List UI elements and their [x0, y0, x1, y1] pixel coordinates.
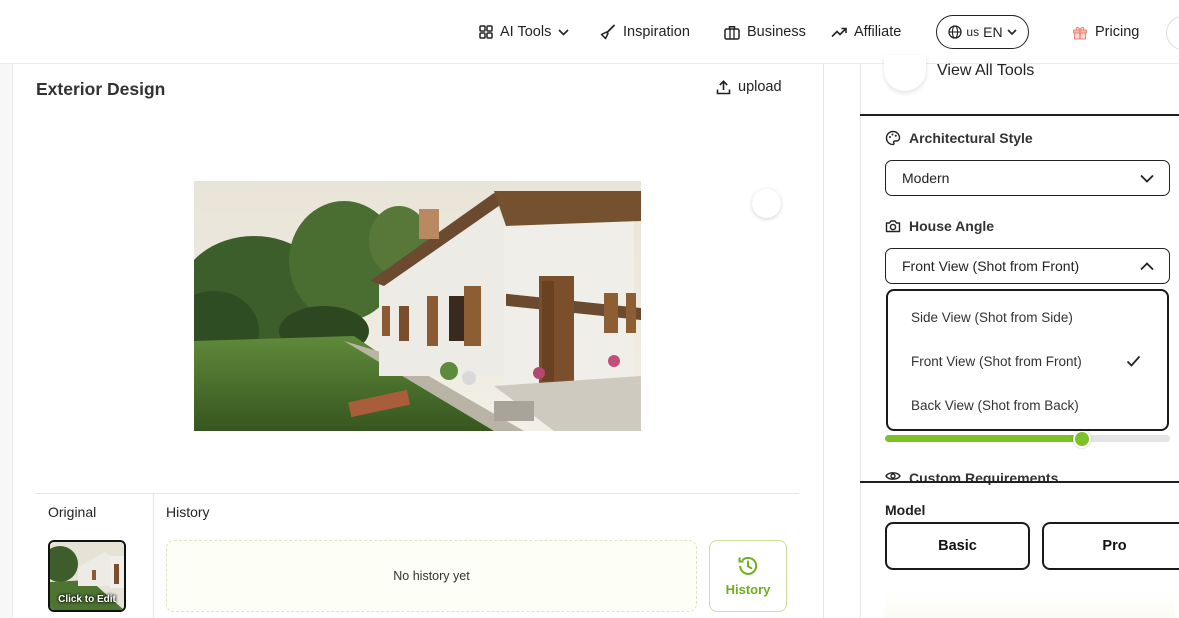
- history-section-label: History: [166, 504, 210, 520]
- option-side-view[interactable]: Side View (Shot from Side): [888, 295, 1167, 339]
- top-navigation: AI Tools Inspiration Business Affiliate …: [0, 0, 1179, 64]
- history-icon: [738, 556, 758, 575]
- house-preview-image[interactable]: [194, 181, 641, 431]
- divider: [153, 494, 154, 618]
- option-label: Front View (Shot from Front): [911, 353, 1082, 369]
- language-region: us: [966, 25, 980, 39]
- language-selector[interactable]: us EN: [936, 15, 1029, 49]
- language-code: EN: [983, 24, 1003, 40]
- custom-requirements-label: Custom Requirements: [885, 470, 1058, 485]
- brush-icon: [600, 24, 615, 40]
- house-angle-select[interactable]: Front View (Shot from Front): [885, 248, 1170, 284]
- chevron-up-icon: [1140, 261, 1154, 270]
- camera-icon: [885, 220, 901, 233]
- trending-up-icon: [831, 27, 847, 38]
- option-back-view[interactable]: Back View (Shot from Back): [888, 383, 1167, 427]
- chevron-down-icon: [1006, 28, 1017, 35]
- divider: [860, 481, 1179, 483]
- house-angle-dropdown: Side View (Shot from Side) Front View (S…: [886, 289, 1169, 431]
- option-label: Back View (Shot from Back): [911, 397, 1079, 413]
- original-thumbnail[interactable]: Click to Edit: [48, 540, 126, 612]
- model-basic-label: Basic: [938, 538, 977, 554]
- original-label: Original: [48, 504, 97, 520]
- model-pro-button[interactable]: Pro: [1042, 522, 1179, 570]
- model-pro-label: Pro: [1102, 538, 1127, 554]
- nav-pricing[interactable]: Pricing: [1072, 0, 1139, 64]
- upload-icon: [716, 79, 731, 94]
- history-button[interactable]: History: [709, 540, 787, 612]
- palette-icon: [885, 130, 901, 146]
- model-label: Model: [885, 502, 926, 518]
- checkmark-icon: [1126, 355, 1141, 367]
- nav-ai-tools-label: AI Tools: [500, 24, 552, 40]
- history-empty-state: No history yet: [166, 540, 697, 612]
- user-avatar[interactable]: [1166, 16, 1179, 50]
- divider: [36, 493, 799, 494]
- nav-inspiration[interactable]: Inspiration: [600, 0, 690, 64]
- nav-business-label: Business: [747, 24, 806, 40]
- grid-icon: [479, 25, 493, 39]
- house-angle-label: House Angle: [885, 218, 994, 234]
- nav-business[interactable]: Business: [724, 0, 806, 64]
- gift-icon: [1073, 26, 1087, 39]
- slider-handle[interactable]: [1072, 430, 1091, 448]
- page-title: Exterior Design: [36, 79, 166, 99]
- empty-history-text: No history yet: [393, 569, 470, 583]
- upload-button[interactable]: upload: [716, 79, 782, 95]
- page-gutter: [0, 64, 12, 618]
- nav-inspiration-label: Inspiration: [623, 24, 690, 40]
- architectural-style-value: Modern: [902, 170, 950, 186]
- option-front-view[interactable]: Front View (Shot from Front): [888, 339, 1167, 383]
- chevron-down-icon: [1140, 174, 1154, 183]
- compare-toggle[interactable]: [752, 189, 781, 218]
- architectural-style-text: Architectural Style: [909, 130, 1033, 146]
- generate-card: [885, 590, 1175, 618]
- briefcase-icon: [724, 25, 740, 40]
- upload-label: upload: [738, 79, 782, 95]
- house-angle-value: Front View (Shot from Front): [902, 258, 1080, 274]
- strength-slider[interactable]: [885, 435, 1170, 442]
- globe-icon: [948, 25, 963, 39]
- architectural-style-select[interactable]: Modern: [885, 160, 1170, 196]
- history-button-label: History: [725, 582, 771, 597]
- divider: [860, 114, 1179, 116]
- nav-ai-tools[interactable]: AI Tools: [479, 0, 569, 64]
- nav-affiliate-label: Affiliate: [854, 24, 902, 40]
- thumbnail-caption: Click to Edit: [58, 594, 116, 605]
- view-all-tools-link[interactable]: View All Tools: [937, 62, 1034, 80]
- architectural-style-label: Architectural Style: [885, 130, 1033, 146]
- option-label: Side View (Shot from Side): [911, 309, 1073, 325]
- custom-requirements-text: Custom Requirements: [909, 470, 1059, 485]
- nav-pricing-label: Pricing: [1095, 24, 1140, 40]
- model-basic-button[interactable]: Basic: [885, 522, 1030, 570]
- slider-fill: [885, 435, 1082, 442]
- chevron-down-icon: [558, 28, 569, 36]
- house-angle-text: House Angle: [909, 218, 995, 234]
